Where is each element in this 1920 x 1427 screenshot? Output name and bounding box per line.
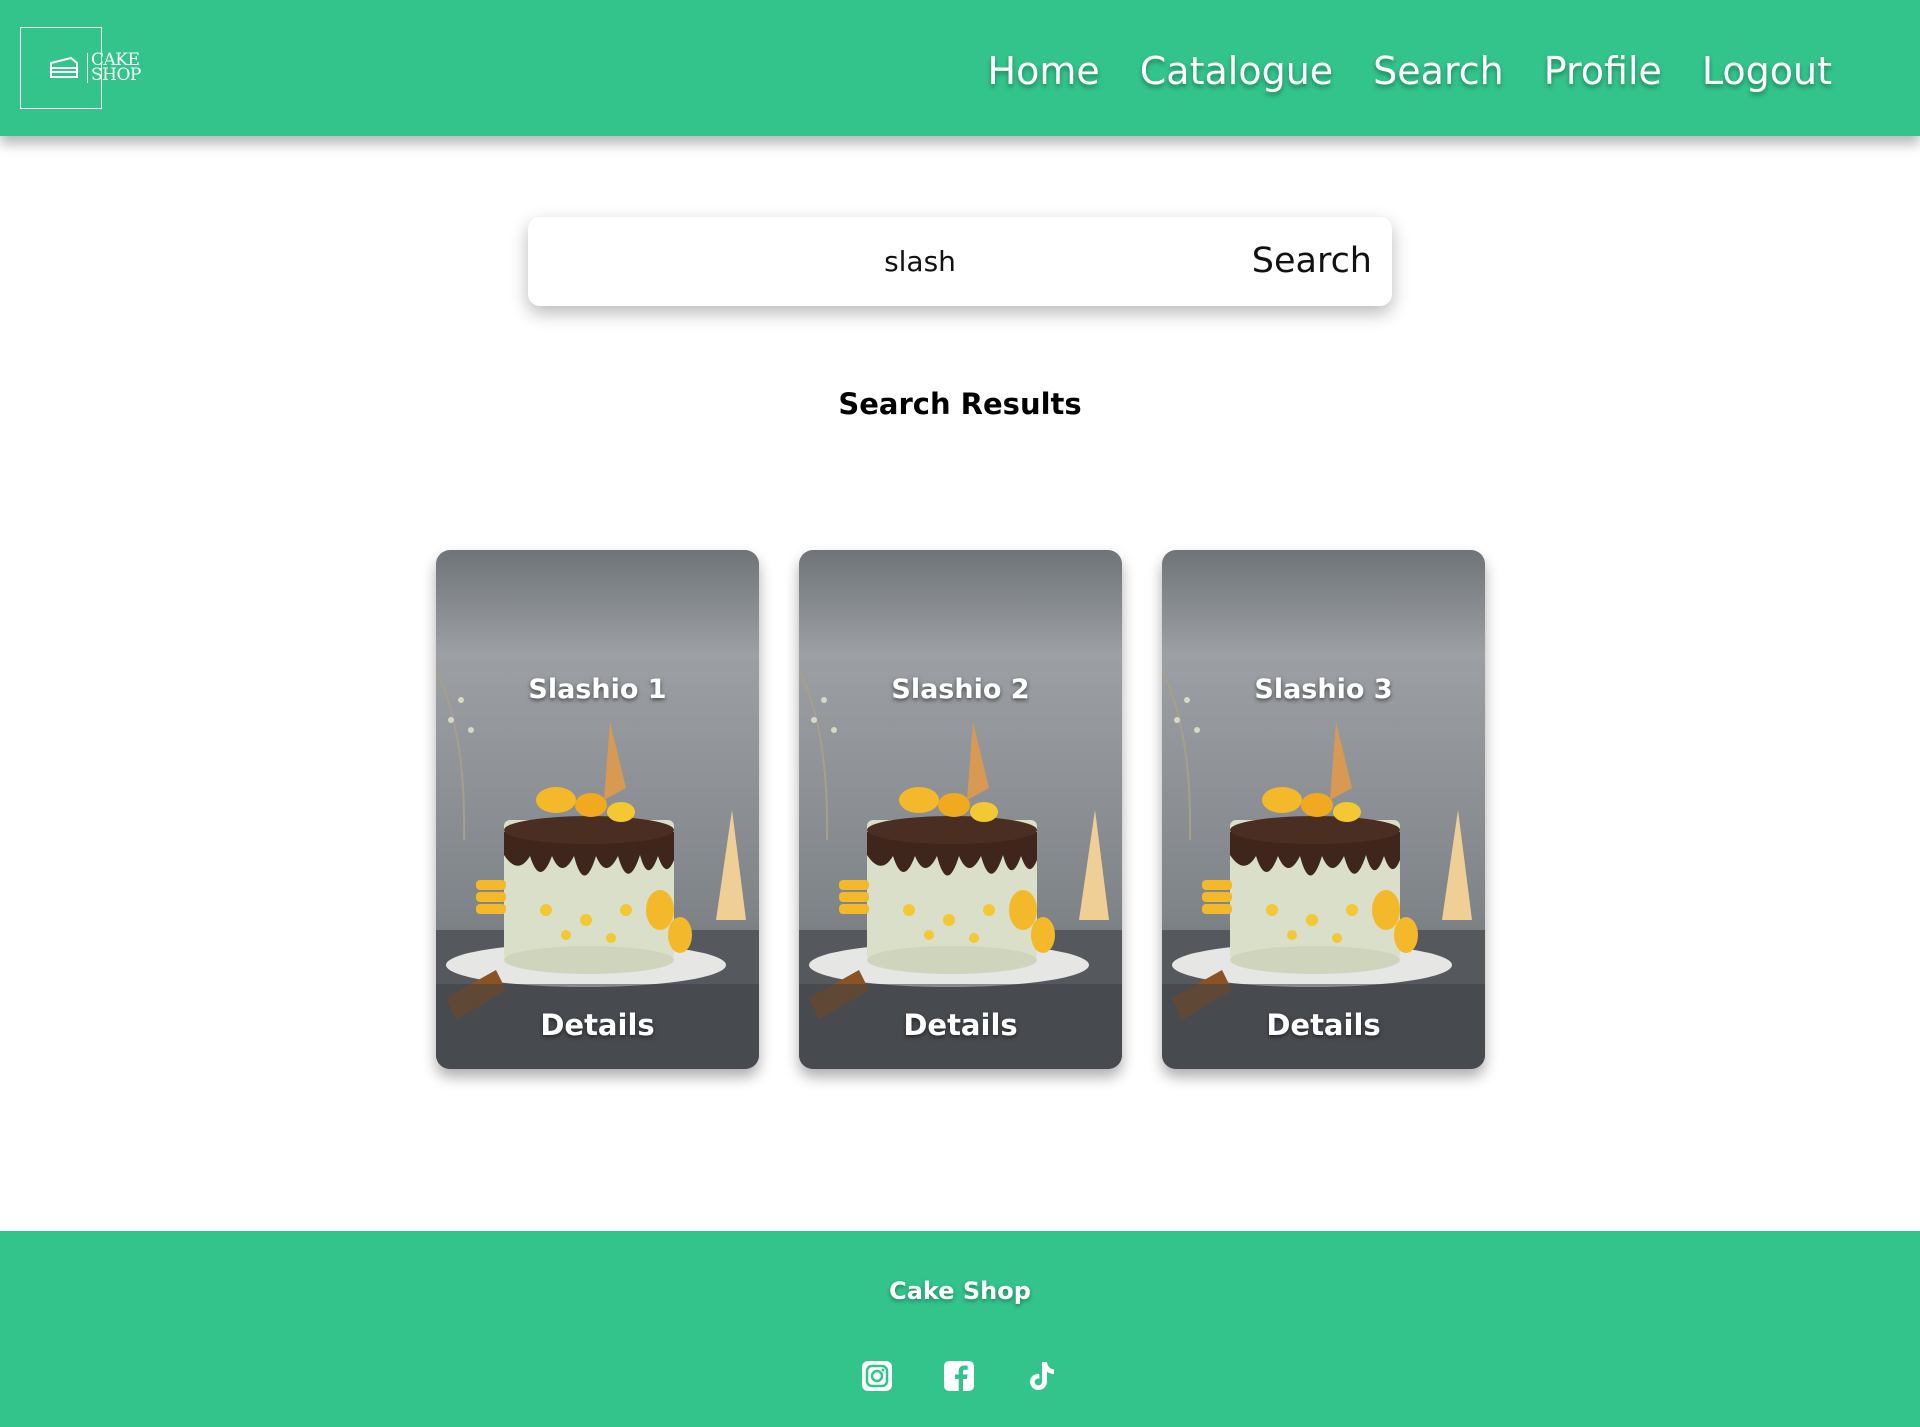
nav-catalogue[interactable]: Catalogue — [1140, 45, 1333, 97]
card-footer: Details — [436, 984, 759, 1069]
logo-text: CAKE SHOP — [87, 52, 141, 84]
results-title: Search Results — [838, 387, 1082, 421]
search-input[interactable] — [528, 217, 1258, 306]
cake-shop-logo[interactable]: CAKE SHOP — [20, 27, 141, 109]
details-link[interactable]: Details — [1162, 1008, 1485, 1042]
social-links — [860, 1359, 1058, 1393]
results-grid: Slashio 1 Details Slashio 2 Details Slas… — [436, 550, 1485, 1069]
cake-slice-icon — [50, 56, 78, 78]
search-button[interactable]: Search — [1252, 236, 1372, 286]
product-name: Slashio 3 — [1254, 674, 1393, 705]
product-name: Slashio 2 — [891, 674, 1030, 705]
facebook-icon[interactable] — [942, 1359, 976, 1393]
tiktok-icon[interactable] — [1024, 1359, 1058, 1393]
product-card[interactable]: Slashio 3 Details — [1162, 550, 1485, 1069]
product-card[interactable]: Slashio 2 Details — [799, 550, 1122, 1069]
nav-home[interactable]: Home — [988, 45, 1100, 97]
details-link[interactable]: Details — [799, 1008, 1122, 1042]
details-link[interactable]: Details — [436, 1008, 759, 1042]
card-footer: Details — [799, 984, 1122, 1069]
main-nav: Home Catalogue Search Profile Logout — [988, 45, 1832, 97]
nav-logout[interactable]: Logout — [1702, 45, 1832, 97]
site-header: CAKE SHOP Home Catalogue Search Profile … — [0, 0, 1920, 136]
footer-title: Cake Shop — [889, 1277, 1031, 1305]
site-footer: Cake Shop — [0, 1231, 1920, 1427]
instagram-icon[interactable] — [860, 1359, 894, 1393]
search-bar: Search — [528, 217, 1392, 306]
nav-profile[interactable]: Profile — [1544, 45, 1662, 97]
product-name: Slashio 1 — [528, 674, 667, 705]
product-card[interactable]: Slashio 1 Details — [436, 550, 759, 1069]
card-footer: Details — [1162, 984, 1485, 1069]
nav-search[interactable]: Search — [1373, 45, 1504, 97]
